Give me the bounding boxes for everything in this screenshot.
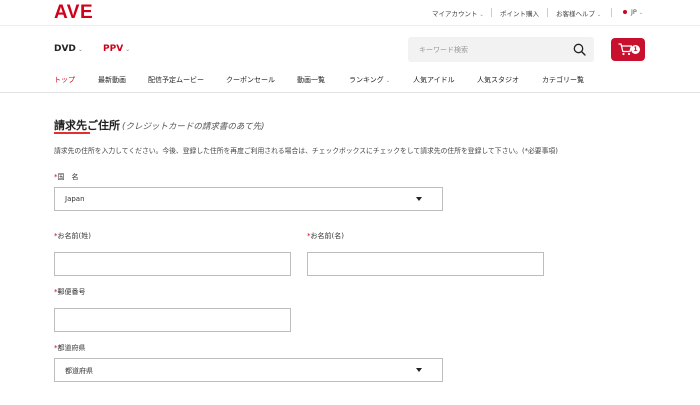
chevron-down-icon: ⌄ bbox=[77, 46, 83, 53]
flag-icon bbox=[623, 10, 627, 14]
prefecture-label-text: 都道府県 bbox=[57, 344, 86, 352]
prefecture-select-value: 都道府県 bbox=[65, 367, 93, 375]
form-subtitle: (クレジットカードの請求書のあて先) bbox=[122, 122, 265, 132]
country-select-value: Japan bbox=[65, 195, 85, 203]
my-account-menu[interactable]: マイアカウント ⌄ bbox=[432, 8, 484, 18]
search-input[interactable] bbox=[408, 37, 568, 62]
form-title: 請求先ご住所 bbox=[54, 119, 120, 132]
category-dvd-label: DVD bbox=[54, 44, 76, 54]
category-ppv-label: PPV bbox=[103, 44, 124, 54]
language-label: JP bbox=[631, 8, 637, 16]
chevron-down-icon: ⌄ bbox=[385, 78, 390, 84]
category-dvd[interactable]: DVD ⌄ bbox=[54, 44, 83, 54]
nav-ranking[interactable]: ランキング ⌄ bbox=[349, 75, 390, 85]
chevron-down-icon: ⌄ bbox=[125, 46, 131, 53]
cart-count-badge: 1 bbox=[631, 45, 640, 54]
page-title: 請求先ご住所 (クレジットカードの請求書のあて先) bbox=[54, 114, 264, 133]
first-name-field[interactable] bbox=[307, 252, 544, 276]
postal-code-field[interactable] bbox=[54, 308, 291, 332]
divider bbox=[0, 25, 700, 26]
title-underline bbox=[54, 132, 90, 134]
nav-latest-videos[interactable]: 最新動画 bbox=[98, 75, 126, 85]
top-bar: AVE マイアカウント ⌄ ポイント購入 お客様ヘルプ ⌄ JP ⌄ bbox=[0, 0, 700, 25]
country-select[interactable]: Japan bbox=[54, 187, 443, 211]
country-label: *国 名 bbox=[54, 172, 79, 182]
divider bbox=[0, 92, 700, 93]
search-icon[interactable] bbox=[573, 43, 586, 56]
chevron-down-icon: ⌄ bbox=[638, 10, 644, 16]
divider bbox=[611, 8, 612, 17]
prefecture-label: *都道府県 bbox=[54, 343, 86, 353]
main-nav: トップ 最新動画 配信予定ムービー クーポンセール 動画一覧 ランキング ⌄ 人気… bbox=[0, 70, 700, 92]
cart-button[interactable]: 1 bbox=[611, 38, 645, 61]
last-name-label-text: お名前(姓) bbox=[57, 232, 91, 240]
caret-down-icon bbox=[416, 368, 422, 372]
postal-code-label: *郵便番号 bbox=[54, 287, 86, 297]
nav-popular-idols[interactable]: 人気アイドル bbox=[413, 75, 455, 85]
language-menu[interactable]: JP ⌄ bbox=[623, 8, 643, 16]
nav-top[interactable]: トップ bbox=[54, 75, 75, 85]
chevron-down-icon: ⌄ bbox=[479, 12, 484, 18]
first-name-label-text: お名前(名) bbox=[310, 232, 344, 240]
category-ppv[interactable]: PPV ⌄ bbox=[103, 44, 130, 54]
points-purchase-link[interactable]: ポイント購入 bbox=[500, 8, 539, 18]
divider bbox=[547, 8, 548, 17]
my-account-label: マイアカウント bbox=[432, 10, 478, 18]
caret-down-icon bbox=[416, 197, 422, 201]
nav-popular-studios[interactable]: 人気スタジオ bbox=[477, 75, 519, 85]
nav-upcoming-movies[interactable]: 配信予定ムービー bbox=[148, 75, 204, 85]
search-box bbox=[408, 37, 594, 62]
country-label-text: 国 名 bbox=[57, 173, 79, 181]
nav-video-list[interactable]: 動画一覧 bbox=[297, 75, 325, 85]
help-label: お客様ヘルプ bbox=[556, 10, 595, 18]
last-name-label: *お名前(姓) bbox=[54, 231, 91, 241]
prefecture-select[interactable]: 都道府県 bbox=[54, 358, 443, 382]
form-instructions: 請求先の住所を入力してください。今後、登録した住所を再度ご利用される場合は、チェ… bbox=[54, 147, 558, 155]
postal-code-label-text: 郵便番号 bbox=[57, 288, 86, 296]
divider bbox=[491, 8, 492, 17]
first-name-label: *お名前(名) bbox=[307, 231, 344, 241]
site-logo[interactable]: AVE bbox=[54, 2, 93, 24]
chevron-down-icon: ⌄ bbox=[597, 12, 602, 18]
nav-categories[interactable]: カテゴリー覧 bbox=[542, 75, 584, 85]
last-name-field[interactable] bbox=[54, 252, 291, 276]
nav-ranking-label: ランキング bbox=[349, 76, 384, 84]
help-menu[interactable]: お客様ヘルプ ⌄ bbox=[556, 8, 601, 18]
nav-coupon-sale[interactable]: クーポンセール bbox=[226, 75, 275, 85]
